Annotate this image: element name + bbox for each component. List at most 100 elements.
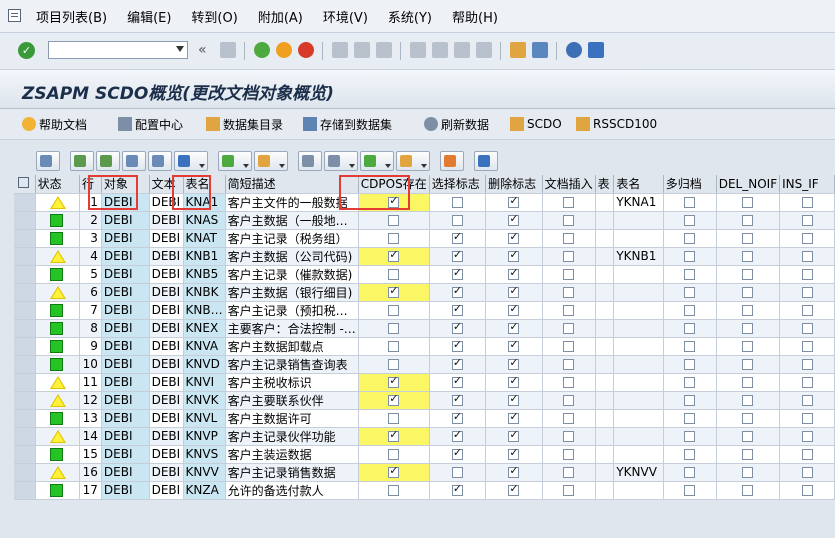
layout-button[interactable] [396,151,430,171]
row-selector[interactable] [14,283,36,302]
select-flag-checkbox[interactable] [451,248,463,262]
col-ins-if[interactable]: INS_IF [779,175,835,194]
delete-flag-checkbox[interactable] [508,446,520,460]
doc-insert-checkbox[interactable] [563,323,575,334]
table-row[interactable]: 7 DEBI DEBI KNB… 客户主记录（预扣税… [14,301,835,320]
ins-if-checkbox[interactable] [801,413,813,424]
ins-if-checkbox[interactable] [801,485,813,496]
multi-archive-checkbox[interactable] [684,287,696,298]
cdpos-checkbox[interactable] [388,233,400,244]
del-noif-checkbox[interactable] [742,431,754,442]
delete-flag-checkbox[interactable] [508,392,520,406]
details-button[interactable] [36,151,60,171]
multi-archive-checkbox[interactable] [684,251,696,262]
enter-icon[interactable]: ✓ [18,42,35,59]
row-selector[interactable] [14,337,36,356]
row-selector[interactable] [14,463,36,482]
multi-archive-checkbox[interactable] [684,431,696,442]
del-noif-checkbox[interactable] [742,341,754,352]
ins-if-checkbox[interactable] [801,431,813,442]
table-row[interactable]: 9 DEBI DEBI KNVA 客户主数据卸载点 [14,337,835,356]
ins-if-checkbox[interactable] [801,233,813,244]
delete-flag-checkbox[interactable] [508,284,520,298]
ins-if-checkbox[interactable] [801,197,813,208]
find-button[interactable] [122,151,146,171]
row-selector[interactable] [14,391,36,410]
cdpos-checkbox[interactable] [388,284,400,298]
delete-flag-checkbox[interactable] [508,464,520,478]
cancel-icon[interactable] [298,42,314,58]
row-selector[interactable] [14,373,36,392]
col-cdpos[interactable]: CDPOS存在 [358,175,430,194]
shortcut-icon[interactable] [532,42,548,58]
row-selector[interactable] [14,301,36,320]
layout-menu-icon[interactable] [588,42,604,58]
row-selector[interactable] [14,319,36,338]
del-noif-checkbox[interactable] [742,287,754,298]
collapse-icon[interactable]: « [198,42,207,58]
delete-flag-checkbox[interactable] [508,374,520,388]
multi-archive-checkbox[interactable] [684,323,696,334]
filter-button[interactable] [174,151,208,171]
delete-flag-checkbox[interactable] [508,230,520,244]
del-noif-checkbox[interactable] [742,377,754,388]
subtotal-button[interactable] [254,151,288,171]
table-row[interactable]: 15 DEBI DEBI KNVS 客户主装运数据 [14,445,835,464]
del-noif-checkbox[interactable] [742,197,754,208]
table-row[interactable]: 12 DEBI DEBI KNVK 客户主要联系伙伴 [14,391,835,410]
col-table[interactable]: 表名 [183,175,226,194]
col-doc-insert[interactable]: 文档插入 [542,175,596,194]
views-button[interactable] [324,151,358,171]
table-row[interactable]: 3 DEBI DEBI KNAT 客户主记录（税务组） [14,229,835,248]
row-selector[interactable] [14,445,36,464]
new-session-icon[interactable] [510,42,526,58]
doc-insert-checkbox[interactable] [563,467,575,478]
print-preview-button[interactable] [298,151,322,171]
del-noif-checkbox[interactable] [742,233,754,244]
cdpos-checkbox[interactable] [388,449,400,460]
select-flag-checkbox[interactable] [451,215,463,226]
ins-if-checkbox[interactable] [801,341,813,352]
ins-if-checkbox[interactable] [801,395,813,406]
col-row[interactable]: 行 [79,175,102,194]
cdpos-checkbox[interactable] [388,269,400,280]
multi-archive-checkbox[interactable] [684,341,696,352]
find-icon[interactable] [354,42,370,58]
delete-flag-checkbox[interactable] [508,338,520,352]
menu-item-environment[interactable]: 环境(V) [323,7,368,26]
cdpos-checkbox[interactable] [388,305,400,316]
col-select-flag[interactable]: 选择标志 [429,175,487,194]
ins-if-checkbox[interactable] [801,359,813,370]
cdpos-checkbox[interactable] [388,215,400,226]
help-doc-button[interactable]: 帮助文档 [22,115,87,133]
table-row[interactable]: 11 DEBI DEBI KNVI 客户主税收标识 [14,373,835,392]
cdpos-checkbox[interactable] [388,464,400,478]
col-del-noif[interactable]: DEL_NOIF [716,175,781,194]
row-selector[interactable] [14,481,36,500]
select-flag-checkbox[interactable] [451,320,463,334]
save-to-dataset-button[interactable]: 存储到数据集 [303,115,392,133]
cdpos-checkbox[interactable] [388,194,400,208]
delete-flag-checkbox[interactable] [508,248,520,262]
ins-if-checkbox[interactable] [801,251,813,262]
cdpos-checkbox[interactable] [388,413,400,424]
row-selector[interactable] [14,229,36,248]
ins-if-checkbox[interactable] [801,305,813,316]
del-noif-checkbox[interactable] [742,449,754,460]
table-row[interactable]: 14 DEBI DEBI KNVP 客户主记录伙伴功能 [14,427,835,446]
next-page-icon[interactable] [454,42,470,58]
delete-flag-checkbox[interactable] [508,482,520,496]
select-flag-checkbox[interactable] [451,410,463,424]
row-selector[interactable] [14,265,36,284]
ins-if-checkbox[interactable] [801,287,813,298]
multi-archive-checkbox[interactable] [684,467,696,478]
del-noif-checkbox[interactable] [742,269,754,280]
menu-item-extras[interactable]: 附加(A) [258,7,303,26]
select-flag-checkbox[interactable] [451,428,463,442]
col-text[interactable]: 文本 [149,175,184,194]
config-center-button[interactable]: 配置中心 [118,115,183,133]
select-flag-checkbox[interactable] [451,284,463,298]
doc-insert-checkbox[interactable] [563,287,575,298]
col-delete-flag[interactable]: 删除标志 [485,175,543,194]
select-flag-checkbox[interactable] [451,356,463,370]
